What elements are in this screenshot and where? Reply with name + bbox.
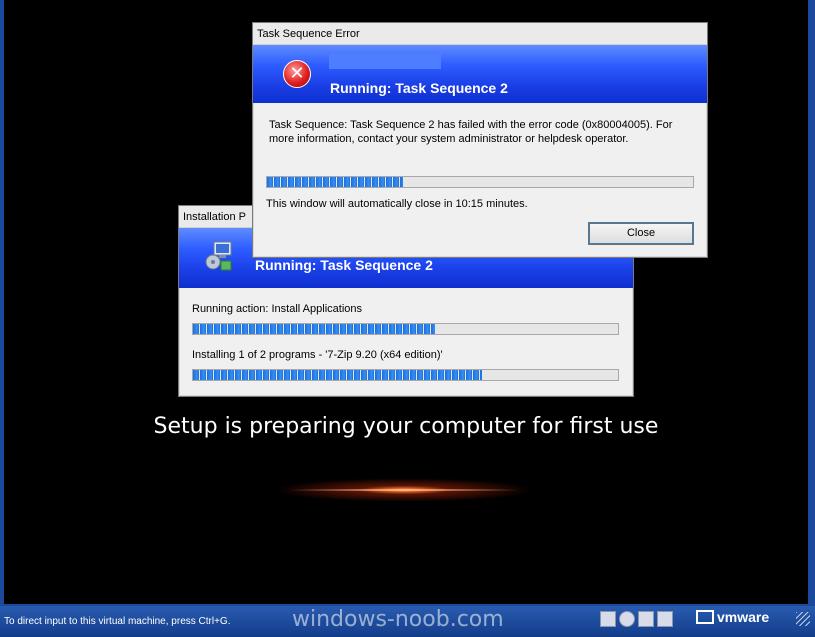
install-progress-bar <box>192 369 619 381</box>
vm-screen[interactable]: Setup is preparing your computer for fir… <box>4 0 808 604</box>
action-progress-bar <box>192 323 619 335</box>
vmware-mark-icon <box>696 610 714 624</box>
error-window-title[interactable]: Task Sequence Error <box>253 23 707 45</box>
error-banner: ✕ Running: Task Sequence 2 <box>253 45 707 103</box>
installing-label: Installing 1 of 2 programs - '7-Zip 9.20… <box>192 349 443 361</box>
error-message-line2: more information, contact your system ad… <box>269 133 629 145</box>
display-device-icon[interactable] <box>657 611 673 627</box>
status-hint-text: To direct input to this virtual machine,… <box>4 616 231 627</box>
countdown-progress-fill <box>267 177 404 187</box>
action-progress-fill <box>193 324 436 334</box>
network-device-icon[interactable] <box>600 611 616 627</box>
close-button[interactable]: Close <box>588 222 694 245</box>
vmware-logo: vmware <box>696 609 774 629</box>
install-progress-fill <box>193 370 482 380</box>
error-message-line1: Task Sequence: Task Sequence 2 has faile… <box>269 119 673 131</box>
watermark-text: windows-noob.com <box>292 607 504 632</box>
error-icon: ✕ <box>283 60 311 88</box>
vm-frame: Setup is preparing your computer for fir… <box>0 0 815 637</box>
computer-install-icon <box>205 241 232 271</box>
resize-grip-icon[interactable] <box>796 612 810 626</box>
cd-drive-icon[interactable] <box>619 611 635 627</box>
install-banner-title: Running: Task Sequence 2 <box>255 257 433 273</box>
floppy-drive-icon[interactable] <box>638 611 654 627</box>
running-action-label: Running action: Install Applications <box>192 303 362 315</box>
error-banner-highlight <box>329 53 441 69</box>
countdown-label: This window will automatically close in … <box>266 198 528 210</box>
boot-glow-line <box>289 489 519 491</box>
setup-message: Setup is preparing your computer for fir… <box>153 414 659 439</box>
vmware-brand-text: vmware <box>717 609 770 625</box>
task-sequence-error-window: Task Sequence Error ✕ Running: Task Sequ… <box>252 22 708 258</box>
countdown-progress-bar <box>266 176 694 188</box>
error-banner-title: Running: Task Sequence 2 <box>330 80 508 96</box>
